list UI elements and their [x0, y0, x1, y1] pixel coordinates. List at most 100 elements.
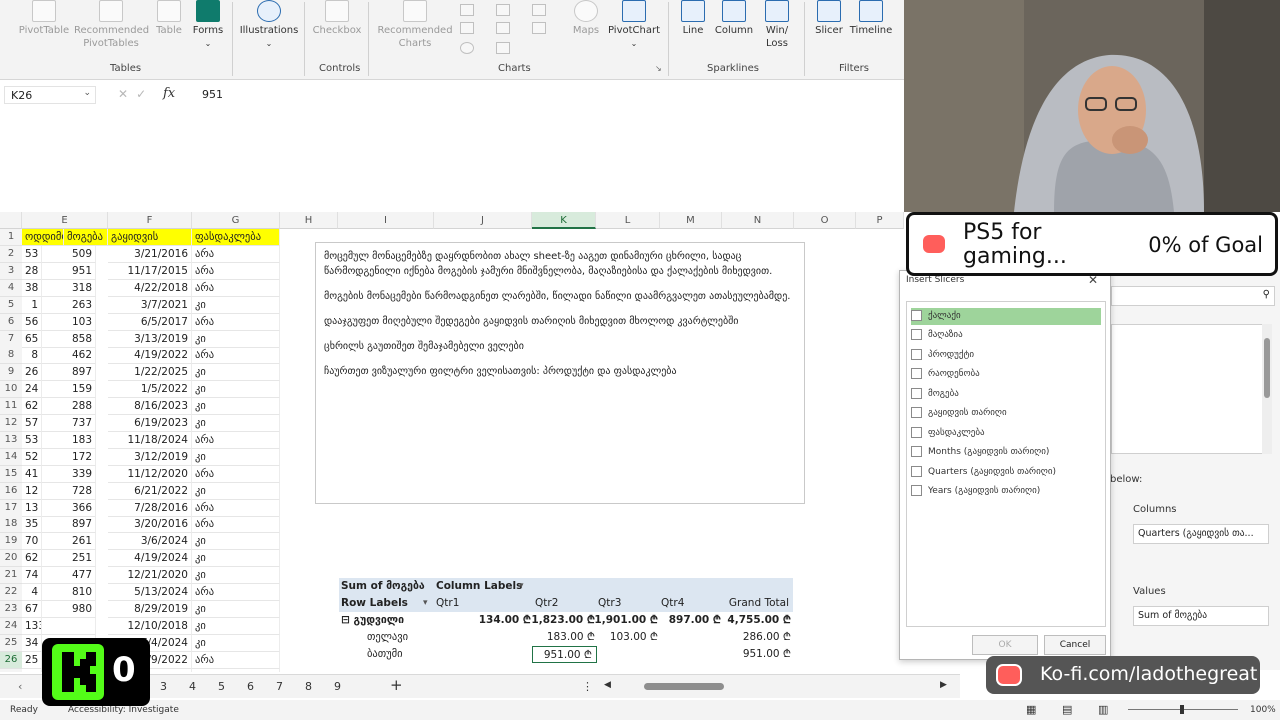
cell[interactable]: 8 [22, 347, 42, 365]
cell[interactable]: 3/20/2016 [108, 516, 192, 534]
pivot-row-label[interactable]: თელავი [367, 629, 408, 646]
cell[interactable]: 26 [22, 364, 42, 382]
active-cell[interactable]: 951.00 ₾ [532, 646, 597, 663]
cell[interactable]: 41 [22, 465, 42, 483]
pivot-value[interactable]: 4,755.00 ₾ [727, 612, 791, 629]
cell[interactable]: კი [192, 482, 280, 500]
cell[interactable] [192, 668, 280, 672]
pivot-sum-label[interactable]: Sum of მოგება [341, 578, 425, 595]
page-break-icon[interactable]: ▥ [1098, 703, 1108, 716]
cell[interactable]: 462 [42, 347, 96, 365]
cell[interactable]: 261 [42, 533, 96, 551]
checkbox[interactable] [911, 407, 922, 418]
cell[interactable]: არა [192, 279, 280, 297]
cell[interactable]: 477 [42, 567, 96, 585]
cell[interactable]: კი [192, 634, 280, 652]
sparkline-column-button[interactable]: Column [713, 0, 755, 37]
row-number[interactable]: 10 [0, 381, 22, 399]
cell[interactable]: 53 [22, 246, 42, 263]
row-number[interactable]: 1 [0, 229, 22, 246]
cell[interactable]: 103 [42, 313, 96, 331]
cell[interactable]: არა [192, 499, 280, 517]
cell[interactable]: 810 [42, 584, 96, 601]
field-search-input[interactable]: ⚲ [1111, 286, 1275, 306]
cell[interactable]: არა [192, 246, 280, 263]
checkbox-button[interactable]: Checkbox [312, 0, 362, 37]
column-header-l[interactable]: L [596, 212, 660, 229]
more-options-icon[interactable]: ⋮ [582, 680, 593, 693]
row-number[interactable]: 6 [0, 313, 22, 331]
cell[interactable]: 28 [22, 262, 42, 280]
pivot-value[interactable]: 134.00 ₾ [479, 612, 531, 629]
cell[interactable]: 62 [22, 550, 42, 568]
pivot-value[interactable]: 286.00 ₾ [743, 629, 791, 646]
pivot-value[interactable]: 1,901.00 ₾ [594, 612, 658, 629]
values-field-dropdown[interactable]: Sum of მოგება [1133, 606, 1269, 626]
cell[interactable]: 65 [22, 330, 42, 348]
row-number[interactable]: 19 [0, 533, 22, 551]
pivot-row[interactable]: ⊟ გუდვილი 134.00 ₾ 1,823.00 ₾ 1,901.00 ₾… [339, 612, 793, 629]
slicer-option-product[interactable]: პროდუქტი [911, 347, 1101, 364]
pivot-value[interactable]: 897.00 ₾ [669, 612, 721, 629]
slicer-option-years[interactable]: Years (გაყიდვის თარიღი) [911, 483, 1101, 500]
row-number[interactable]: 9 [0, 364, 22, 382]
cell[interactable]: 11/12/2020 [108, 465, 192, 483]
pivot-value[interactable]: 183.00 ₾ [547, 629, 595, 646]
cell[interactable]: 183 [42, 431, 96, 449]
cell[interactable]: კი [192, 415, 280, 432]
column-header-g[interactable]: G [192, 212, 280, 229]
recommended-charts-button[interactable]: Recommended Charts [374, 0, 456, 50]
cell[interactable]: 6/5/2017 [108, 313, 192, 331]
cell[interactable]: 38 [22, 279, 42, 297]
combo-chart-icon[interactable] [532, 22, 546, 34]
maps-button[interactable]: Maps [566, 0, 606, 37]
cell[interactable]: 737 [42, 415, 96, 432]
ok-button[interactable]: OK [972, 635, 1038, 655]
sparkline-line-button[interactable]: Line [674, 0, 712, 37]
cell[interactable]: 11/18/2024 [108, 431, 192, 449]
slicer-option-sale-date[interactable]: გაყიდვის თარიღი [911, 405, 1101, 422]
cell[interactable]: კი [192, 567, 280, 585]
checkbox[interactable] [911, 446, 922, 457]
pie-chart-icon[interactable] [460, 42, 474, 54]
formula-input[interactable]: 951 [202, 88, 223, 101]
cell[interactable]: 3/21/2016 [108, 246, 192, 263]
cell[interactable]: არა [192, 516, 280, 534]
row-number[interactable]: 17 [0, 499, 22, 517]
pivot-row-label[interactable]: ბათუმი [367, 646, 403, 663]
slicer-option-store[interactable]: მაღაზია [911, 327, 1101, 344]
cell[interactable]: 263 [42, 296, 96, 314]
cell[interactable]: 3/7/2021 [108, 296, 192, 314]
cell[interactable]: კი [192, 330, 280, 348]
row-number[interactable]: 14 [0, 448, 22, 466]
cell[interactable]: არა [192, 347, 280, 365]
page-layout-icon[interactable]: ▤ [1062, 703, 1072, 716]
cell[interactable]: 251 [42, 550, 96, 568]
cell[interactable]: 159 [42, 381, 96, 399]
column-header-k[interactable]: K [532, 212, 596, 229]
column-header-o[interactable]: O [794, 212, 856, 229]
cell[interactable]: 1/5/2022 [108, 381, 192, 399]
column-header-p[interactable]: P [856, 212, 904, 229]
pivot-row-label[interactable]: ⊟ გუდვილი [341, 612, 404, 629]
row-number[interactable]: 13 [0, 431, 22, 449]
instructions-textbox[interactable]: მოცემულ მონაცემებზე დაყრდნობით ახალ shee… [315, 242, 805, 504]
checkbox[interactable] [911, 310, 922, 321]
cell[interactable]: კი [192, 398, 280, 416]
line-chart-icon[interactable] [460, 22, 474, 34]
sheet-tab[interactable]: 3 [160, 680, 167, 693]
row-number[interactable]: 11 [0, 398, 22, 416]
cell[interactable]: გაყიდვის [108, 229, 192, 246]
cell[interactable]: 7/28/2016 [108, 499, 192, 517]
cell[interactable]: ოდდიმოგება [22, 229, 64, 246]
cancel-button[interactable]: Cancel [1044, 635, 1106, 655]
row-number[interactable]: 15 [0, 465, 22, 483]
cell[interactable]: 13 [22, 499, 42, 517]
row-number[interactable]: 20 [0, 550, 22, 568]
cell[interactable]: 4/19/2024 [108, 550, 192, 568]
slicer-option-city[interactable]: ქალაქი [911, 308, 1101, 325]
row-number[interactable]: 18 [0, 516, 22, 534]
enter-icon[interactable]: ✓ [136, 87, 154, 101]
cell[interactable]: ფასდაკლება [192, 229, 280, 246]
area-chart-icon[interactable] [496, 42, 510, 54]
